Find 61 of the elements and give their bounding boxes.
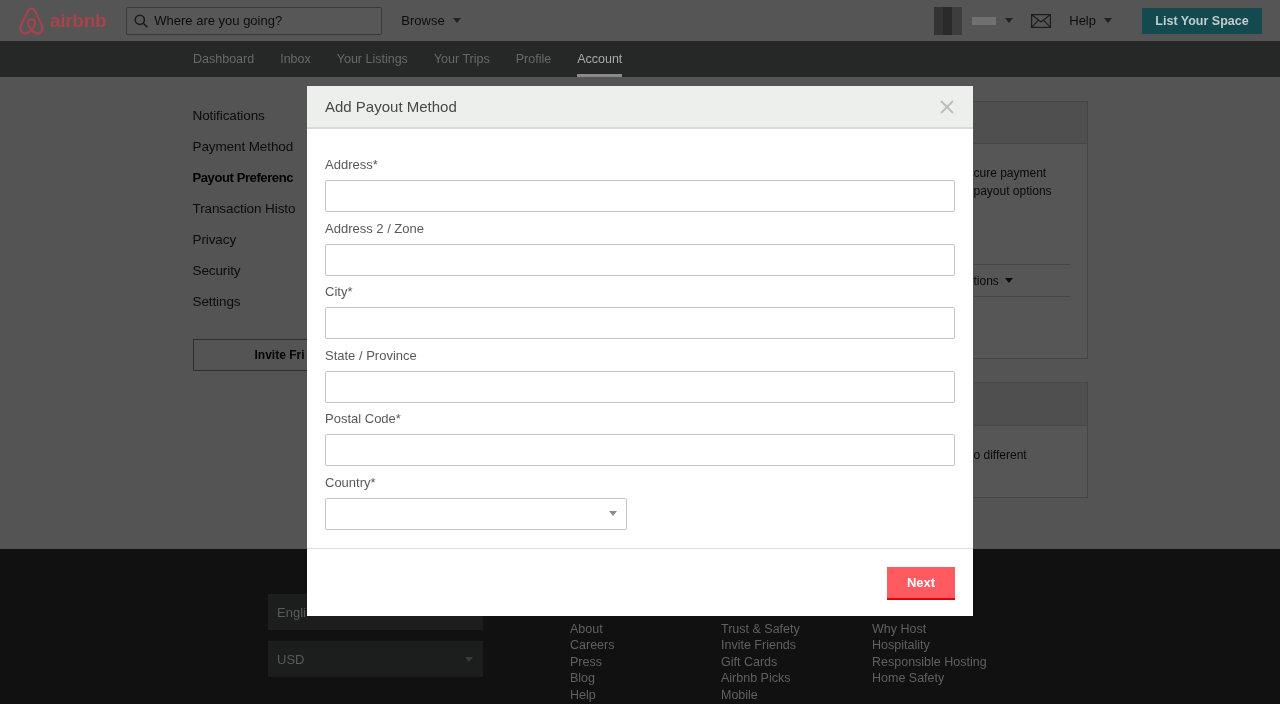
footer-link[interactable]: Why Host (872, 621, 927, 638)
nav-tab[interactable]: Your Trips (433, 41, 490, 77)
footer-link[interactable]: Responsible Hosting (872, 653, 987, 671)
nav-tab[interactable]: Account (577, 41, 623, 77)
caret-icon (609, 511, 617, 517)
sidebar-link[interactable]: Payment Method (192, 131, 294, 162)
field-label: Country* (325, 474, 376, 491)
footer-link[interactable]: Home Safety (872, 670, 945, 687)
avatar-placeholder[interactable] (934, 6, 963, 35)
currency-select[interactable]: USD (268, 641, 483, 677)
footer-link[interactable]: Careers (570, 637, 615, 654)
caret-icon[interactable] (1005, 18, 1014, 23)
blurred-name-block (972, 16, 997, 25)
caret-icon (1004, 278, 1013, 283)
dropdown-field[interactable] (325, 497, 627, 530)
nav-tab[interactable]: Your Listings (336, 41, 408, 77)
sidebar-link[interactable]: Privacy (192, 224, 237, 255)
envelope-icon[interactable] (1031, 13, 1052, 28)
sidebar-link[interactable]: Payout Preferenc (192, 162, 294, 193)
nav-tab[interactable]: Inbox (280, 41, 311, 77)
close-button[interactable] (940, 99, 954, 114)
nav-tab[interactable]: Profile (515, 41, 552, 77)
footer-link[interactable]: Gift Cards (721, 653, 778, 671)
list-your-space-button[interactable]: List Your Space (1142, 7, 1262, 34)
sidebar-link[interactable]: Security (192, 255, 241, 286)
footer-link[interactable]: Help (570, 686, 596, 704)
panel-text: cure payment payout options (973, 165, 1053, 200)
text-field[interactable] (325, 180, 955, 212)
field-label: State / Province (325, 347, 417, 364)
sidebar-link[interactable]: Notifications (192, 100, 265, 131)
footer-link[interactable]: Invite Friends (721, 637, 797, 654)
footer-link[interactable]: Trust & Safety (721, 621, 800, 638)
field-label: Postal Code* (325, 411, 401, 428)
footer-link[interactable]: Mobile (721, 686, 758, 704)
text-field[interactable] (325, 307, 955, 340)
text-field[interactable] (325, 370, 955, 403)
field-label: Address 2 / Zone (325, 220, 424, 237)
next-button[interactable]: Next (887, 566, 955, 600)
sidebar-link[interactable]: Settings (192, 286, 241, 317)
field-label: Address* (325, 157, 378, 173)
help-menu-button[interactable]: Help (1069, 13, 1112, 28)
field-label: City* (325, 284, 353, 301)
sidebar-link[interactable]: Transaction Histo (192, 193, 296, 224)
footer-link[interactable]: About (570, 621, 603, 638)
caret-icon (452, 18, 461, 23)
modal-title: Add Payout Method (325, 98, 458, 115)
panel-text: o different (973, 447, 1028, 464)
footer-link[interactable]: Hospitality (872, 637, 930, 654)
footer-link[interactable]: Blog (570, 670, 596, 687)
nav-tab[interactable]: Dashboard (193, 41, 255, 77)
text-field[interactable] (325, 243, 955, 276)
footer-link[interactable]: Airbnb Picks (721, 670, 791, 687)
search-icon (134, 13, 149, 28)
browse-menu-button[interactable]: Browse (401, 13, 461, 28)
search-field[interactable]: Where are you going? (126, 6, 383, 35)
logo-icon[interactable] (18, 6, 45, 35)
close-icon (940, 99, 954, 114)
footer-link[interactable]: Press (570, 653, 602, 671)
caret-icon (1104, 18, 1112, 23)
text-field[interactable] (325, 434, 955, 467)
caret-icon (465, 656, 473, 662)
